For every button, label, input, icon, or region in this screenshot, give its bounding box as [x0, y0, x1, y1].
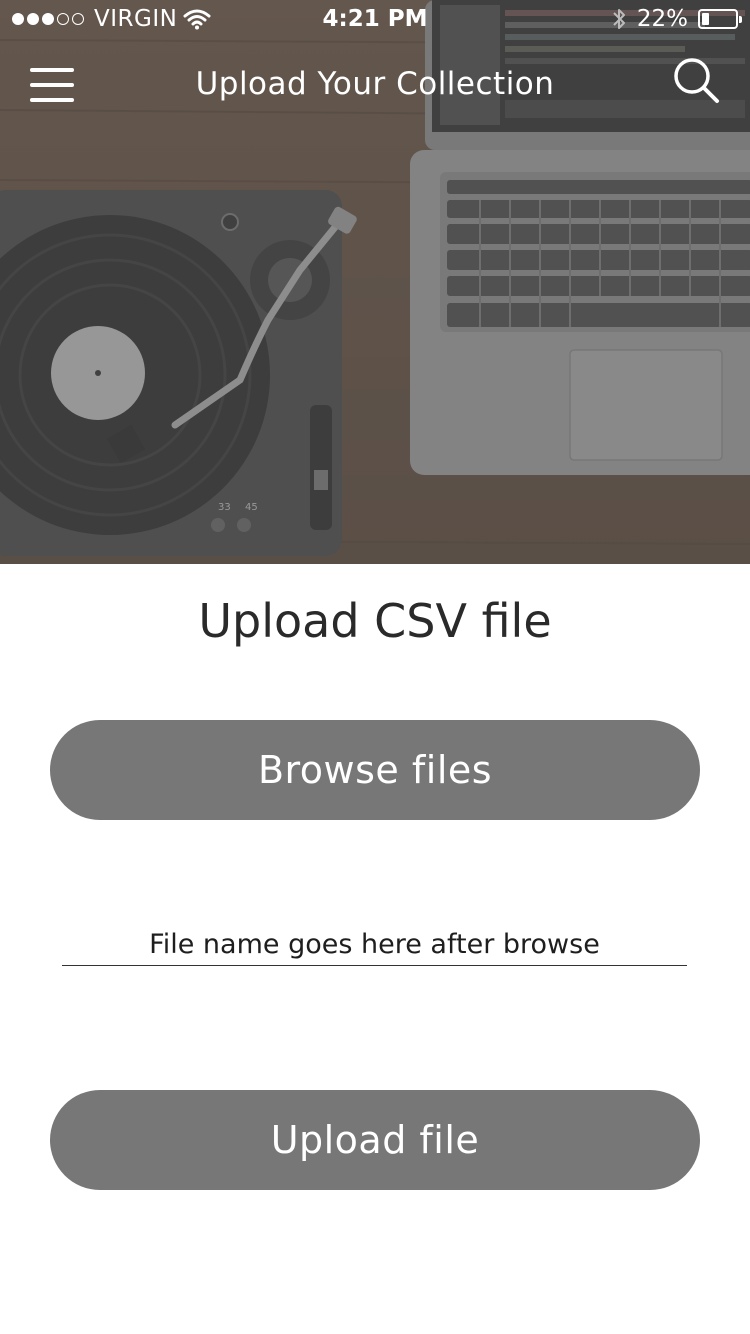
search-icon — [674, 58, 719, 103]
upload-panel: Upload CSV file Browse files File name g… — [0, 564, 750, 1334]
upload-heading: Upload CSV file — [198, 594, 552, 648]
status-bar: VIRGIN 4:21 PM 22% — [0, 0, 750, 40]
file-name-field[interactable]: File name goes here after browse — [62, 924, 687, 966]
battery-percent: 22% — [636, 6, 688, 32]
search-button[interactable] — [672, 56, 724, 108]
nav-bar: Upload Your Collection — [0, 50, 750, 120]
battery-level-fill — [702, 13, 709, 25]
battery-tip — [739, 16, 742, 23]
status-right: 22% — [611, 6, 742, 32]
bluetooth-icon — [613, 9, 625, 29]
battery-icon — [698, 9, 742, 29]
upload-file-button[interactable]: Upload file — [50, 1090, 700, 1190]
page-title: Upload Your Collection — [195, 66, 555, 102]
browse-files-button[interactable]: Browse files — [50, 720, 700, 820]
